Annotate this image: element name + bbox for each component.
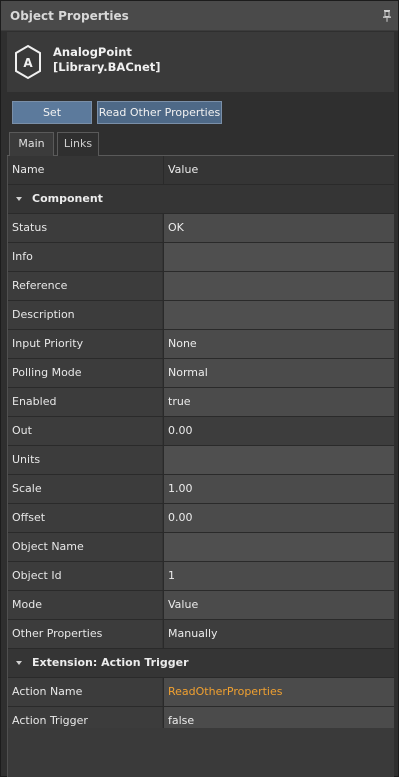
property-value[interactable]: Manually: [163, 620, 394, 648]
object-properties-panel: Object Properties A AnalogPoint [Library…: [0, 0, 399, 777]
analog-point-icon: A: [15, 44, 41, 80]
property-row: Reference: [8, 272, 394, 301]
property-row: Offset 0.00: [8, 504, 394, 533]
property-row: Input Priority None: [8, 330, 394, 359]
collapse-arrow-icon[interactable]: [16, 661, 22, 665]
object-name-line2: [Library.BACnet]: [53, 60, 161, 74]
property-row: Enabled true: [8, 388, 394, 417]
property-value[interactable]: Value: [163, 591, 394, 619]
property-name: Info: [8, 243, 162, 271]
property-value[interactable]: true: [163, 388, 394, 416]
property-row: Object Name: [8, 533, 394, 562]
property-row: Object Id 1: [8, 562, 394, 591]
object-name-line1: AnalogPoint: [53, 45, 132, 59]
object-header: A AnalogPoint [Library.BACnet]: [7, 32, 394, 92]
property-name: Scale: [8, 475, 162, 503]
property-name: Out: [8, 417, 162, 445]
property-name: Enabled: [8, 388, 162, 416]
analog-point-icon-letter: A: [23, 56, 33, 70]
property-name: Object Id: [8, 562, 162, 590]
property-value[interactable]: None: [163, 330, 394, 358]
property-name: Action Name: [8, 678, 162, 706]
property-row: Scale 1.00: [8, 475, 394, 504]
property-value[interactable]: ReadOtherProperties: [163, 678, 394, 706]
section-extension-action-trigger[interactable]: Extension: Action Trigger: [8, 649, 394, 678]
property-row: Action Name ReadOtherProperties: [8, 678, 394, 707]
tab-bar: Main Links: [7, 132, 394, 157]
property-value[interactable]: 0.00: [163, 417, 394, 445]
property-value[interactable]: Normal: [163, 359, 394, 387]
property-value[interactable]: 1.00: [163, 475, 394, 503]
property-row: Polling Mode Normal: [8, 359, 394, 388]
tab-links[interactable]: Links: [57, 132, 99, 156]
collapse-arrow-icon[interactable]: [16, 197, 22, 201]
property-row: Out 0.00: [8, 417, 394, 446]
property-value[interactable]: [163, 301, 394, 329]
property-name: Reference: [8, 272, 162, 300]
property-name: Status: [8, 214, 162, 242]
grid-header-row: Name Value: [8, 156, 394, 185]
property-row: Status OK: [8, 214, 394, 243]
property-row: Description: [8, 301, 394, 330]
pin-icon[interactable]: [382, 10, 392, 22]
panel-titlebar: Object Properties: [1, 1, 398, 31]
panel-title: Object Properties: [10, 9, 129, 23]
set-button[interactable]: Set: [12, 101, 92, 124]
property-name: Object Name: [8, 533, 162, 561]
grid-empty-area: [8, 728, 394, 777]
properties-grid: Name Value Component Status OK Info Referen…: [7, 156, 394, 777]
column-header-value[interactable]: Value: [163, 156, 394, 184]
property-name: Polling Mode: [8, 359, 162, 387]
property-row: Mode Value: [8, 591, 394, 620]
property-name: Mode: [8, 591, 162, 619]
property-row: Other Properties Manually: [8, 620, 394, 649]
object-name: AnalogPoint [Library.BACnet]: [53, 45, 161, 75]
property-row: Units: [8, 446, 394, 475]
section-component[interactable]: Component: [8, 185, 394, 214]
property-name: Offset: [8, 504, 162, 532]
tab-main[interactable]: Main: [9, 132, 54, 157]
property-value[interactable]: 1: [163, 562, 394, 590]
section-extension-label: Extension: Action Trigger: [32, 656, 189, 669]
property-name: Description: [8, 301, 162, 329]
column-header-name[interactable]: Name: [8, 156, 162, 184]
property-value[interactable]: [163, 243, 394, 271]
property-value[interactable]: [163, 272, 394, 300]
property-name: Input Priority: [8, 330, 162, 358]
property-value[interactable]: [163, 446, 394, 474]
property-name: Units: [8, 446, 162, 474]
read-other-properties-button[interactable]: Read Other Properties: [97, 101, 222, 124]
property-value[interactable]: [163, 533, 394, 561]
property-value[interactable]: 0.00: [163, 504, 394, 532]
section-component-label: Component: [32, 192, 103, 205]
property-value[interactable]: OK: [163, 214, 394, 242]
property-name: Other Properties: [8, 620, 162, 648]
property-row: Info: [8, 243, 394, 272]
